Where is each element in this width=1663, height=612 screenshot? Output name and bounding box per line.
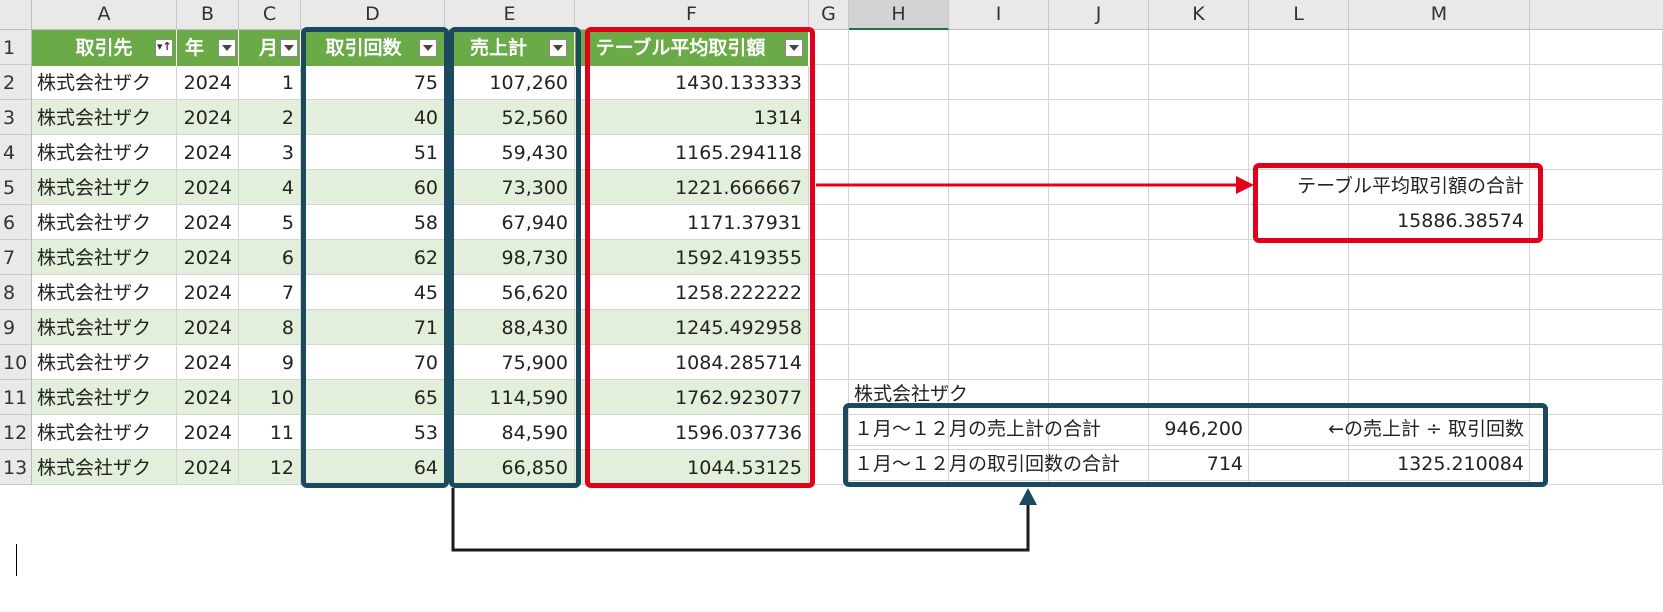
red-arrow-head bbox=[1236, 176, 1254, 194]
annotation-arrows bbox=[451, 176, 1254, 552]
text-cursor bbox=[16, 544, 17, 576]
spreadsheet: A B C D E F G H I J K L M 1 2 3 4 5 6 7 8 9 10 11 1… bbox=[0, 0, 1663, 612]
navy-arrow-line bbox=[451, 488, 1030, 552]
navy-arrow-head bbox=[1019, 488, 1037, 505]
